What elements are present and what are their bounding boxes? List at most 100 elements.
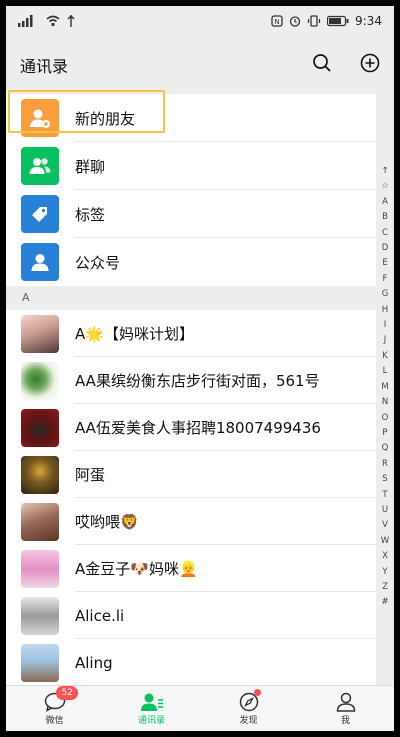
vibrate-icon [307, 15, 321, 27]
person-icon [31, 254, 49, 271]
index-letter[interactable]: Q [382, 441, 389, 456]
contact-row[interactable]: 阿蛋 [6, 451, 376, 498]
notification-dot [254, 689, 262, 696]
wifi-icon [46, 15, 60, 27]
contact-avatar [21, 408, 59, 447]
page-title: 通讯录 [20, 57, 69, 76]
add-button[interactable] [360, 53, 380, 77]
contact-list: 新的朋友 群聊 标签 公众号 A A� [6, 94, 376, 686]
contact-avatar [21, 596, 59, 635]
official-accounts-item[interactable]: 公众号 [6, 238, 376, 286]
contact-row[interactable]: Aling [6, 639, 376, 686]
index-letter[interactable]: ☆ [381, 179, 389, 194]
contact-row[interactable]: A🌟【妈咪计划】 [6, 310, 376, 357]
official-accounts-icon-box [21, 243, 59, 281]
index-letter[interactable]: F [383, 272, 388, 287]
contact-avatar [21, 502, 59, 541]
index-letter[interactable]: Z [382, 580, 388, 595]
contact-row[interactable]: 哎哟喂🦁 [6, 498, 376, 545]
index-letter[interactable]: P [382, 426, 387, 441]
svg-text:N: N [274, 18, 279, 26]
alarm-icon [289, 16, 301, 27]
add-friend-icon [30, 109, 50, 128]
status-time: 9:34 [355, 14, 382, 28]
index-letter[interactable]: V [382, 518, 388, 533]
status-bar: N 9:34 [6, 6, 394, 36]
tags-label: 标签 [75, 205, 106, 224]
index-letter[interactable]: R [382, 457, 388, 472]
index-letter[interactable]: O [382, 411, 389, 426]
index-letter[interactable]: S [382, 472, 387, 487]
index-letter[interactable]: B [382, 210, 388, 225]
tab-discover[interactable]: 发现 [200, 686, 297, 731]
index-letter[interactable]: N [382, 395, 388, 410]
contact-avatar [21, 314, 59, 353]
unread-badge: 52 [56, 686, 78, 700]
new-friends-label: 新的朋友 [75, 109, 136, 128]
screen-bottom-edge [0, 731, 400, 737]
index-letter[interactable]: E [382, 256, 387, 271]
index-letter[interactable]: T [382, 488, 387, 503]
index-letter[interactable]: L [383, 364, 388, 379]
section-header-a: A [6, 286, 376, 310]
index-letter[interactable]: J [384, 333, 387, 348]
index-letter[interactable]: W [381, 534, 389, 549]
new-friends-icon-box [21, 99, 59, 137]
tab-contacts[interactable]: 通讯录 [103, 686, 200, 731]
index-letter[interactable]: ↑ [381, 164, 388, 179]
index-letter[interactable]: Y [382, 565, 387, 580]
contact-avatar [21, 549, 59, 588]
tab-me[interactable]: 我 [297, 686, 394, 731]
index-letter[interactable]: D [382, 241, 389, 256]
tags-item[interactable]: 标签 [6, 190, 376, 238]
contact-name: A金豆子🐶妈咪👱 [75, 560, 198, 578]
index-letter[interactable]: K [382, 349, 388, 364]
new-friends-item[interactable]: 新的朋友 [6, 94, 376, 142]
contact-row[interactable]: AA果缤纷衡东店步行街对面，561号 [6, 357, 376, 404]
contacts-group: A🌟【妈咪计划】 AA果缤纷衡东店步行街对面，561号 AA伍爱美食人事招聘18… [6, 310, 376, 686]
index-letter[interactable]: C [382, 226, 388, 241]
plus-circle-icon [360, 53, 380, 73]
search-button[interactable] [312, 53, 332, 77]
tags-icon-box [21, 195, 59, 233]
contact-row[interactable]: A金豆子🐶妈咪👱 [6, 545, 376, 592]
alphabet-index[interactable]: ↑ ☆ A B C D E F G H I J K L M N O P Q R S T U V W X Y Z # [378, 164, 392, 611]
nfc-icon: N [271, 15, 283, 27]
index-letter[interactable]: I [384, 318, 387, 333]
contact-avatar [21, 643, 59, 682]
tab-label: 我 [340, 715, 350, 726]
group-icon [29, 158, 51, 174]
contact-name: Aling [75, 653, 113, 672]
status-right: N 9:34 [271, 14, 382, 28]
contact-row[interactable]: AA伍爱美食人事招聘18007499436 [6, 404, 376, 451]
index-letter[interactable]: M [381, 380, 388, 395]
contact-name: A🌟【妈咪计划】 [75, 325, 194, 343]
battery-icon [327, 15, 349, 27]
contact-name: 阿蛋 [75, 466, 106, 484]
group-chats-icon-box [21, 147, 59, 185]
index-letter[interactable]: A [382, 195, 388, 210]
signal-icon [18, 15, 33, 27]
tab-label: 微信 [45, 715, 64, 726]
tab-chats[interactable]: 52 微信 [6, 686, 103, 731]
contact-name: Alice.li [75, 606, 125, 625]
group-chats-item[interactable]: 群聊 [6, 142, 376, 190]
header-actions [312, 53, 380, 77]
contact-name: 哎哟喂🦁 [75, 513, 139, 531]
index-letter[interactable]: H [382, 303, 388, 318]
bottom-tab-bar: 52 微信 通讯录 发现 我 [6, 685, 394, 731]
index-letter[interactable]: X [382, 549, 388, 564]
tab-label: 发现 [239, 715, 258, 726]
contact-avatar [21, 455, 59, 494]
index-letter[interactable]: U [382, 503, 388, 518]
index-letter[interactable]: G [382, 287, 389, 302]
tab-label: 通讯录 [137, 715, 165, 726]
contact-row[interactable]: Alice.li [6, 592, 376, 639]
contact-name: AA伍爱美食人事招聘18007499436 [75, 419, 321, 437]
person-outline-icon [336, 692, 355, 712]
index-letter[interactable]: # [381, 595, 388, 610]
group-chats-label: 群聊 [75, 157, 106, 176]
tag-icon [32, 207, 47, 222]
contacts-icon [140, 693, 163, 711]
search-icon [313, 54, 331, 72]
